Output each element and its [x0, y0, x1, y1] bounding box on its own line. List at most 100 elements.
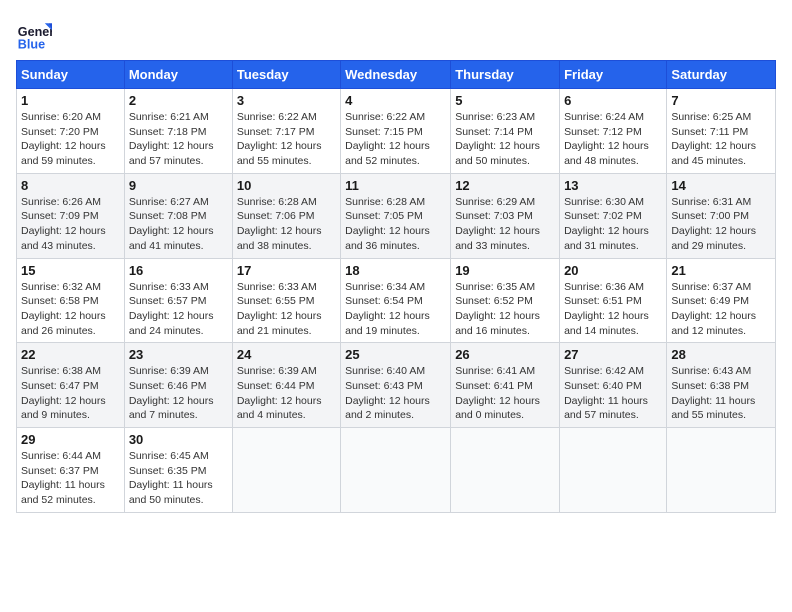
- day-info: Sunrise: 6:40 AMSunset: 6:43 PMDaylight:…: [345, 364, 446, 423]
- calendar-body: 1 Sunrise: 6:20 AMSunset: 7:20 PMDaylight…: [17, 89, 776, 513]
- day-number: 4: [345, 93, 446, 108]
- calendar-header-row: SundayMondayTuesdayWednesdayThursdayFrid…: [17, 61, 776, 89]
- day-number: 23: [129, 347, 228, 362]
- calendar-cell: 18 Sunrise: 6:34 AMSunset: 6:54 PMDayligh…: [341, 258, 451, 343]
- day-number: 28: [671, 347, 771, 362]
- calendar-week-row: 22 Sunrise: 6:38 AMSunset: 6:47 PMDayligh…: [17, 343, 776, 428]
- day-info: Sunrise: 6:39 AMSunset: 6:46 PMDaylight:…: [129, 364, 228, 423]
- calendar-cell: 28 Sunrise: 6:43 AMSunset: 6:38 PMDayligh…: [667, 343, 776, 428]
- calendar-cell: 9Sunrise: 6:27 AMSunset: 7:08 PMDaylight…: [124, 173, 232, 258]
- day-number: 17: [237, 263, 336, 278]
- calendar-week-row: 29 Sunrise: 6:44 AMSunset: 6:37 PMDayligh…: [17, 428, 776, 513]
- day-of-week-header: Monday: [124, 61, 232, 89]
- calendar-cell: 16Sunrise: 6:33 AMSunset: 6:57 PMDayligh…: [124, 258, 232, 343]
- calendar-cell: 25 Sunrise: 6:40 AMSunset: 6:43 PMDayligh…: [341, 343, 451, 428]
- day-number: 11: [345, 178, 446, 193]
- calendar-cell: 30 Sunrise: 6:45 AMSunset: 6:35 PMDayligh…: [124, 428, 232, 513]
- day-number: 29: [21, 432, 120, 447]
- day-of-week-header: Friday: [560, 61, 667, 89]
- calendar-cell: 20Sunrise: 6:36 AMSunset: 6:51 PMDayligh…: [560, 258, 667, 343]
- calendar-cell: 17 Sunrise: 6:33 AMSunset: 6:55 PMDayligh…: [232, 258, 340, 343]
- day-info: Sunrise: 6:43 AMSunset: 6:38 PMDaylight:…: [671, 364, 771, 423]
- calendar-cell: 29 Sunrise: 6:44 AMSunset: 6:37 PMDayligh…: [17, 428, 125, 513]
- calendar-cell: [232, 428, 340, 513]
- calendar-cell: 3 Sunrise: 6:22 AMSunset: 7:17 PMDaylight…: [232, 89, 340, 174]
- day-number: 3: [237, 93, 336, 108]
- day-info: Sunrise: 6:44 AMSunset: 6:37 PMDaylight:…: [21, 449, 120, 508]
- calendar-cell: [560, 428, 667, 513]
- calendar-cell: 8Sunrise: 6:26 AMSunset: 7:09 PMDaylight…: [17, 173, 125, 258]
- day-number: 1: [21, 93, 120, 108]
- calendar-cell: 12Sunrise: 6:29 AMSunset: 7:03 PMDayligh…: [451, 173, 560, 258]
- day-of-week-header: Saturday: [667, 61, 776, 89]
- day-info: Sunrise: 6:33 AMSunset: 6:55 PMDaylight:…: [237, 280, 336, 339]
- calendar-cell: 15Sunrise: 6:32 AMSunset: 6:58 PMDayligh…: [17, 258, 125, 343]
- calendar-cell: 19Sunrise: 6:35 AMSunset: 6:52 PMDayligh…: [451, 258, 560, 343]
- calendar-cell: 24Sunrise: 6:39 AMSunset: 6:44 PMDayligh…: [232, 343, 340, 428]
- day-number: 30: [129, 432, 228, 447]
- day-info: Sunrise: 6:34 AMSunset: 6:54 PMDaylight:…: [345, 280, 446, 339]
- calendar-week-row: 8Sunrise: 6:26 AMSunset: 7:09 PMDaylight…: [17, 173, 776, 258]
- calendar-cell: 10 Sunrise: 6:28 AMSunset: 7:06 PMDayligh…: [232, 173, 340, 258]
- calendar-cell: 23 Sunrise: 6:39 AMSunset: 6:46 PMDayligh…: [124, 343, 232, 428]
- logo: General Blue: [16, 16, 52, 52]
- day-number: 18: [345, 263, 446, 278]
- day-number: 20: [564, 263, 662, 278]
- day-number: 10: [237, 178, 336, 193]
- calendar-cell: 14 Sunrise: 6:31 AMSunset: 7:00 PMDayligh…: [667, 173, 776, 258]
- day-number: 12: [455, 178, 555, 193]
- day-info: Sunrise: 6:23 AMSunset: 7:14 PMDaylight:…: [455, 110, 555, 169]
- day-info: Sunrise: 6:24 AMSunset: 7:12 PMDaylight:…: [564, 110, 662, 169]
- day-info: Sunrise: 6:28 AMSunset: 7:06 PMDaylight:…: [237, 195, 336, 254]
- calendar-cell: 5 Sunrise: 6:23 AMSunset: 7:14 PMDaylight…: [451, 89, 560, 174]
- day-info: Sunrise: 6:22 AMSunset: 7:15 PMDaylight:…: [345, 110, 446, 169]
- day-number: 25: [345, 347, 446, 362]
- day-of-week-header: Thursday: [451, 61, 560, 89]
- logo-icon: General Blue: [16, 16, 52, 52]
- day-info: Sunrise: 6:39 AMSunset: 6:44 PMDaylight:…: [237, 364, 336, 423]
- calendar-cell: 11 Sunrise: 6:28 AMSunset: 7:05 PMDayligh…: [341, 173, 451, 258]
- day-number: 2: [129, 93, 228, 108]
- calendar-cell: 4 Sunrise: 6:22 AMSunset: 7:15 PMDaylight…: [341, 89, 451, 174]
- calendar-cell: 21 Sunrise: 6:37 AMSunset: 6:49 PMDayligh…: [667, 258, 776, 343]
- calendar-cell: [451, 428, 560, 513]
- calendar-cell: 7 Sunrise: 6:25 AMSunset: 7:11 PMDaylight…: [667, 89, 776, 174]
- day-info: Sunrise: 6:37 AMSunset: 6:49 PMDaylight:…: [671, 280, 771, 339]
- day-info: Sunrise: 6:45 AMSunset: 6:35 PMDaylight:…: [129, 449, 228, 508]
- calendar-cell: 22 Sunrise: 6:38 AMSunset: 6:47 PMDayligh…: [17, 343, 125, 428]
- calendar-cell: 26Sunrise: 6:41 AMSunset: 6:41 PMDayligh…: [451, 343, 560, 428]
- day-info: Sunrise: 6:22 AMSunset: 7:17 PMDaylight:…: [237, 110, 336, 169]
- calendar-table: SundayMondayTuesdayWednesdayThursdayFrid…: [16, 60, 776, 513]
- day-number: 14: [671, 178, 771, 193]
- calendar-cell: [667, 428, 776, 513]
- svg-text:Blue: Blue: [18, 37, 45, 51]
- day-number: 22: [21, 347, 120, 362]
- calendar-cell: 6 Sunrise: 6:24 AMSunset: 7:12 PMDaylight…: [560, 89, 667, 174]
- calendar-cell: 2 Sunrise: 6:21 AMSunset: 7:18 PMDaylight…: [124, 89, 232, 174]
- day-info: Sunrise: 6:30 AMSunset: 7:02 PMDaylight:…: [564, 195, 662, 254]
- day-info: Sunrise: 6:38 AMSunset: 6:47 PMDaylight:…: [21, 364, 120, 423]
- day-number: 5: [455, 93, 555, 108]
- day-number: 26: [455, 347, 555, 362]
- day-info: Sunrise: 6:28 AMSunset: 7:05 PMDaylight:…: [345, 195, 446, 254]
- day-info: Sunrise: 6:25 AMSunset: 7:11 PMDaylight:…: [671, 110, 771, 169]
- day-info: Sunrise: 6:26 AMSunset: 7:09 PMDaylight:…: [21, 195, 120, 254]
- day-number: 16: [129, 263, 228, 278]
- day-info: Sunrise: 6:42 AMSunset: 6:40 PMDaylight:…: [564, 364, 662, 423]
- calendar-week-row: 1 Sunrise: 6:20 AMSunset: 7:20 PMDaylight…: [17, 89, 776, 174]
- day-info: Sunrise: 6:21 AMSunset: 7:18 PMDaylight:…: [129, 110, 228, 169]
- calendar-week-row: 15Sunrise: 6:32 AMSunset: 6:58 PMDayligh…: [17, 258, 776, 343]
- day-info: Sunrise: 6:31 AMSunset: 7:00 PMDaylight:…: [671, 195, 771, 254]
- day-of-week-header: Tuesday: [232, 61, 340, 89]
- page-header: General Blue: [16, 16, 776, 52]
- day-number: 7: [671, 93, 771, 108]
- day-info: Sunrise: 6:20 AMSunset: 7:20 PMDaylight:…: [21, 110, 120, 169]
- day-number: 9: [129, 178, 228, 193]
- day-number: 21: [671, 263, 771, 278]
- day-number: 6: [564, 93, 662, 108]
- calendar-cell: [341, 428, 451, 513]
- day-number: 19: [455, 263, 555, 278]
- day-number: 13: [564, 178, 662, 193]
- day-of-week-header: Sunday: [17, 61, 125, 89]
- day-info: Sunrise: 6:32 AMSunset: 6:58 PMDaylight:…: [21, 280, 120, 339]
